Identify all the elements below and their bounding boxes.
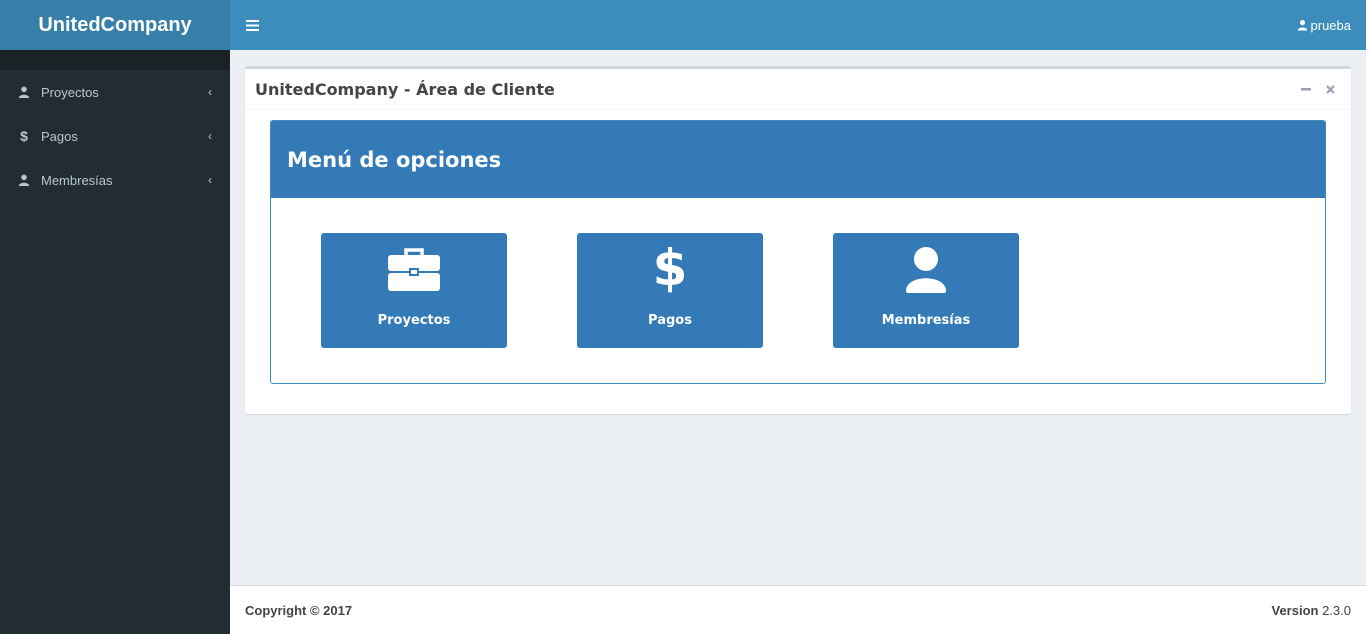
minimize-icon[interactable] (1299, 82, 1313, 96)
dollar-icon: $ (20, 128, 28, 144)
sidebar-item-proyectos[interactable]: Proyectos ‹ (0, 70, 230, 114)
chevron-left-icon: ‹ (208, 173, 212, 187)
tile-label: Pagos (648, 313, 692, 328)
tile-pagos[interactable]: $ Pagos (577, 233, 763, 348)
option-tiles: Proyectos $ Pagos Membresías (321, 233, 1019, 348)
version-value: 2.3.0 (1322, 602, 1351, 618)
top-navbar: prueba (230, 0, 1366, 50)
box-tools (1299, 82, 1341, 96)
version-label: Version (1271, 602, 1319, 618)
footer: Copyright © 2017 Version 2.3.0 (230, 585, 1366, 634)
tile-label: Proyectos (377, 313, 451, 328)
user-name: prueba (1310, 17, 1351, 33)
options-panel: Menú de opciones Proyectos $ Pagos Membr… (270, 120, 1326, 384)
sidebar-user-panel (0, 50, 230, 70)
sidebar-item-label: Pagos (41, 128, 78, 144)
briefcase-icon (388, 233, 440, 299)
box-title: UnitedCompany - Área de Cliente (255, 79, 555, 99)
sidebar-item-pagos[interactable]: $ Pagos ‹ (0, 114, 230, 158)
sidebar-item-membresias[interactable]: Membresías ‹ (0, 158, 230, 202)
sidebar-item-label: Proyectos (41, 84, 99, 100)
chevron-left-icon: ‹ (208, 85, 212, 99)
tile-membresias[interactable]: Membresías (833, 233, 1019, 348)
user-icon (905, 233, 947, 299)
tile-label: Membresías (881, 313, 971, 328)
brand-name: UnitedCompany (38, 13, 192, 36)
hamburger-icon (245, 19, 259, 31)
close-icon[interactable] (1323, 82, 1337, 96)
brand-logo[interactable]: UnitedCompany (0, 0, 230, 50)
client-area-box: UnitedCompany - Área de Cliente Menú de … (245, 66, 1351, 414)
panel-header: Menú de opciones (271, 121, 1325, 198)
copyright-text: Copyright © 2017 (245, 602, 353, 618)
panel-title: Menú de opciones (287, 147, 502, 172)
sidebar-toggle-button[interactable] (230, 0, 274, 50)
sidebar-menu: Proyectos ‹ $ Pagos ‹ Membresías ‹ (0, 70, 230, 202)
box-header: UnitedCompany - Área de Cliente (245, 69, 1351, 110)
user-menu[interactable]: prueba (1297, 18, 1366, 33)
dollar-icon: $ (652, 239, 688, 297)
tile-proyectos[interactable]: Proyectos (321, 233, 507, 348)
chevron-left-icon: ‹ (208, 129, 212, 143)
user-icon (17, 85, 31, 99)
sidebar-item-label: Membresías (41, 172, 113, 188)
user-icon (17, 173, 31, 187)
version-info: Version 2.3.0 (1271, 603, 1351, 618)
sidebar: UnitedCompany Proyectos ‹ $ Pagos ‹ Memb… (0, 0, 230, 634)
user-icon (1297, 19, 1307, 31)
